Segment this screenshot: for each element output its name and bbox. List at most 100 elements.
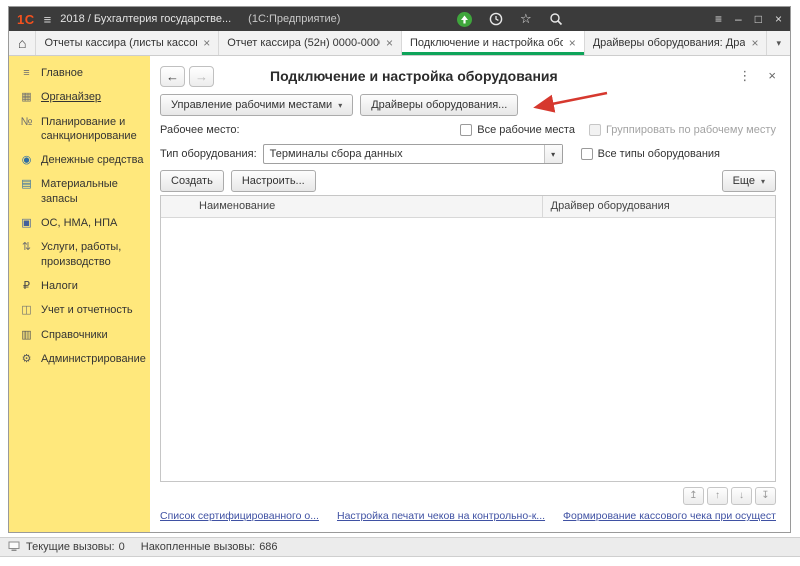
workplace-filter-row: Рабочее место: Все рабочие места Группир… [160, 119, 776, 141]
calls-indicator-icon [8, 540, 20, 555]
checkbox-box [589, 124, 601, 136]
sidebar-item-planning[interactable]: № Планирование и санкционирование [9, 110, 150, 149]
tab-equipment-drivers[interactable]: Драйверы оборудования: Драйве... × [585, 31, 768, 55]
chevron-down-icon: ▾ [776, 38, 781, 49]
back-button[interactable]: ← [160, 66, 185, 87]
tab-close-icon[interactable]: × [751, 36, 758, 50]
1c-logo: 1С [17, 12, 35, 27]
accounting-icon: ◫ [19, 303, 34, 317]
home-icon: ⌂ [18, 35, 26, 51]
all-types-checkbox[interactable]: Все типы оборудования [581, 148, 720, 160]
checkbox-box[interactable] [460, 124, 472, 136]
arrow-first-icon: ↥ [689, 490, 697, 501]
app-name-label: (1С:Предприятие) [248, 13, 340, 25]
go-first-button[interactable]: ↥ [683, 487, 704, 505]
money-icon: ◉ [19, 153, 34, 167]
window-menu-icon[interactable]: ≡ [715, 12, 722, 26]
go-previous-button[interactable]: ↑ [707, 487, 728, 505]
accumulated-calls: Накопленные вызовы: 686 [141, 541, 278, 553]
tab-close-icon[interactable]: × [386, 36, 393, 50]
inventory-icon: ▤ [19, 177, 34, 191]
sidebar-item-main[interactable]: ≡ Главное [9, 61, 150, 85]
tab-close-icon[interactable]: × [569, 36, 576, 50]
all-workplaces-checkbox[interactable]: Все рабочие места [460, 124, 575, 136]
table-body-empty[interactable] [161, 218, 775, 481]
column-header-driver[interactable]: Драйвер оборудования [542, 196, 775, 217]
current-calls: Текущие вызовы: 0 [26, 541, 125, 553]
tab-cashier-reports[interactable]: Отчеты кассира (листы кассовой ... × [36, 31, 219, 55]
chevron-down-icon: ▾ [761, 177, 765, 186]
taxes-icon: ₽ [19, 279, 34, 293]
equipment-type-row: Тип оборудования: Терминалы сбора данных… [160, 141, 776, 167]
certified-equipment-link[interactable]: Список сертифицированного о... [160, 510, 319, 522]
maximize-icon[interactable]: □ [755, 12, 762, 26]
catalogs-icon: ▥ [19, 328, 34, 342]
tab-home[interactable]: ⌂ [9, 31, 36, 55]
equipment-drivers-button[interactable]: Драйверы оборудования... [360, 94, 518, 116]
sidebar-item-accounting[interactable]: ◫ Учет и отчетность [9, 298, 150, 322]
tab-equipment-setup[interactable]: Подключение и настройка обору... × [402, 31, 585, 55]
service-notifications-icon[interactable] [457, 12, 472, 27]
list-actions-row: Создать Настроить... Еще ▾ [160, 167, 776, 195]
record-navigation: ↥ ↑ ↓ ↧ [160, 482, 776, 506]
equipment-type-select[interactable]: Терминалы сбора данных ▾ [263, 144, 563, 164]
back-arrow-icon: ← [166, 69, 179, 84]
sidebar-item-catalogs[interactable]: ▥ Справочники [9, 323, 150, 347]
history-icon[interactable] [489, 12, 503, 26]
forward-arrow-icon: → [195, 69, 208, 84]
equipment-type-label: Тип оборудования: [160, 148, 257, 160]
go-next-button[interactable]: ↓ [731, 487, 752, 505]
title-bar: 1С ≡ 2018 / Бухгалтерия государстве... (… [9, 7, 790, 31]
group-by-workplace-checkbox: Группировать по рабочему месту [589, 124, 776, 136]
footer-links: Список сертифицированного о... Настройка… [160, 506, 776, 526]
sidebar-item-money[interactable]: ◉ Денежные средства [9, 148, 150, 172]
table-header: Наименование Драйвер оборудования [161, 196, 775, 218]
tab-cashier-report-52n[interactable]: Отчет кассира (52н) 0000-000045 ... × [219, 31, 402, 55]
forward-button[interactable]: → [189, 66, 214, 87]
receipt-print-setup-link[interactable]: Настройка печати чеков на контрольно-к..… [337, 510, 545, 522]
app-window: 1С ≡ 2018 / Бухгалтерия государстве... (… [8, 6, 791, 533]
configure-button[interactable]: Настроить... [231, 170, 316, 192]
arrow-last-icon: ↧ [761, 490, 769, 501]
organizer-icon: ▦ [19, 90, 34, 104]
form-header: ← → Подключение и настройка оборудования… [160, 61, 776, 91]
workplaces-management-button[interactable]: Управление рабочими местами ▾ [160, 94, 353, 116]
tab-close-icon[interactable]: × [203, 36, 210, 50]
form-equipment-setup: ← → Подключение и настройка оборудования… [150, 56, 790, 532]
sidebar-item-taxes[interactable]: ₽ Налоги [9, 274, 150, 298]
chevron-down-icon: ▾ [551, 150, 555, 159]
equipment-type-value: Терминалы сбора данных [264, 145, 544, 163]
receipt-generation-link[interactable]: Формирование кассового чека при осуществ… [563, 510, 776, 522]
services-icon: ⇅ [19, 240, 34, 254]
form-close-icon[interactable]: × [768, 68, 776, 84]
main-menu-icon[interactable]: ≡ [44, 12, 52, 27]
sidebar-item-services[interactable]: ⇅ Услуги, работы, производство [9, 235, 150, 274]
sidebar-item-fixed-assets[interactable]: ▣ ОС, НМА, НПА [9, 211, 150, 235]
status-bar: Текущие вызовы: 0 Накопленные вызовы: 68… [0, 537, 800, 557]
window-title: 2018 / Бухгалтерия государстве... [60, 13, 231, 25]
arrow-down-icon: ↓ [739, 490, 744, 501]
favorites-icon[interactable]: ☆ [520, 11, 532, 27]
form-toolbar: Управление рабочими местами ▾ Драйверы о… [160, 91, 776, 119]
column-header-name[interactable]: Наименование [161, 196, 542, 217]
search-icon[interactable] [549, 12, 563, 26]
close-icon[interactable]: × [775, 12, 782, 26]
window-controls: ≡ – □ × [715, 12, 782, 26]
create-button[interactable]: Создать [160, 170, 224, 192]
minimize-icon[interactable]: – [735, 12, 742, 26]
more-button[interactable]: Еще ▾ [722, 170, 776, 192]
sidebar-item-administration[interactable]: ⚙ Администрирование [9, 347, 150, 371]
checkbox-box[interactable] [581, 148, 593, 160]
select-dropdown-button[interactable]: ▾ [544, 145, 562, 163]
titlebar-service-icons: ☆ [457, 7, 563, 31]
page-title: Подключение и настройка оборудования [270, 68, 558, 84]
tab-list-dropdown[interactable]: ▾ [767, 31, 790, 55]
more-actions-icon[interactable]: ⋮ [738, 68, 751, 84]
equipment-table: Наименование Драйвер оборудования [160, 195, 776, 482]
sidebar-item-inventory[interactable]: ▤ Материальные запасы [9, 172, 150, 211]
go-last-button[interactable]: ↧ [755, 487, 776, 505]
arrow-up-icon: ↑ [715, 490, 720, 501]
planning-icon: № [19, 115, 34, 129]
fixed-assets-icon: ▣ [19, 216, 34, 230]
sidebar-item-organizer[interactable]: ▦ Органайзер [9, 85, 150, 109]
